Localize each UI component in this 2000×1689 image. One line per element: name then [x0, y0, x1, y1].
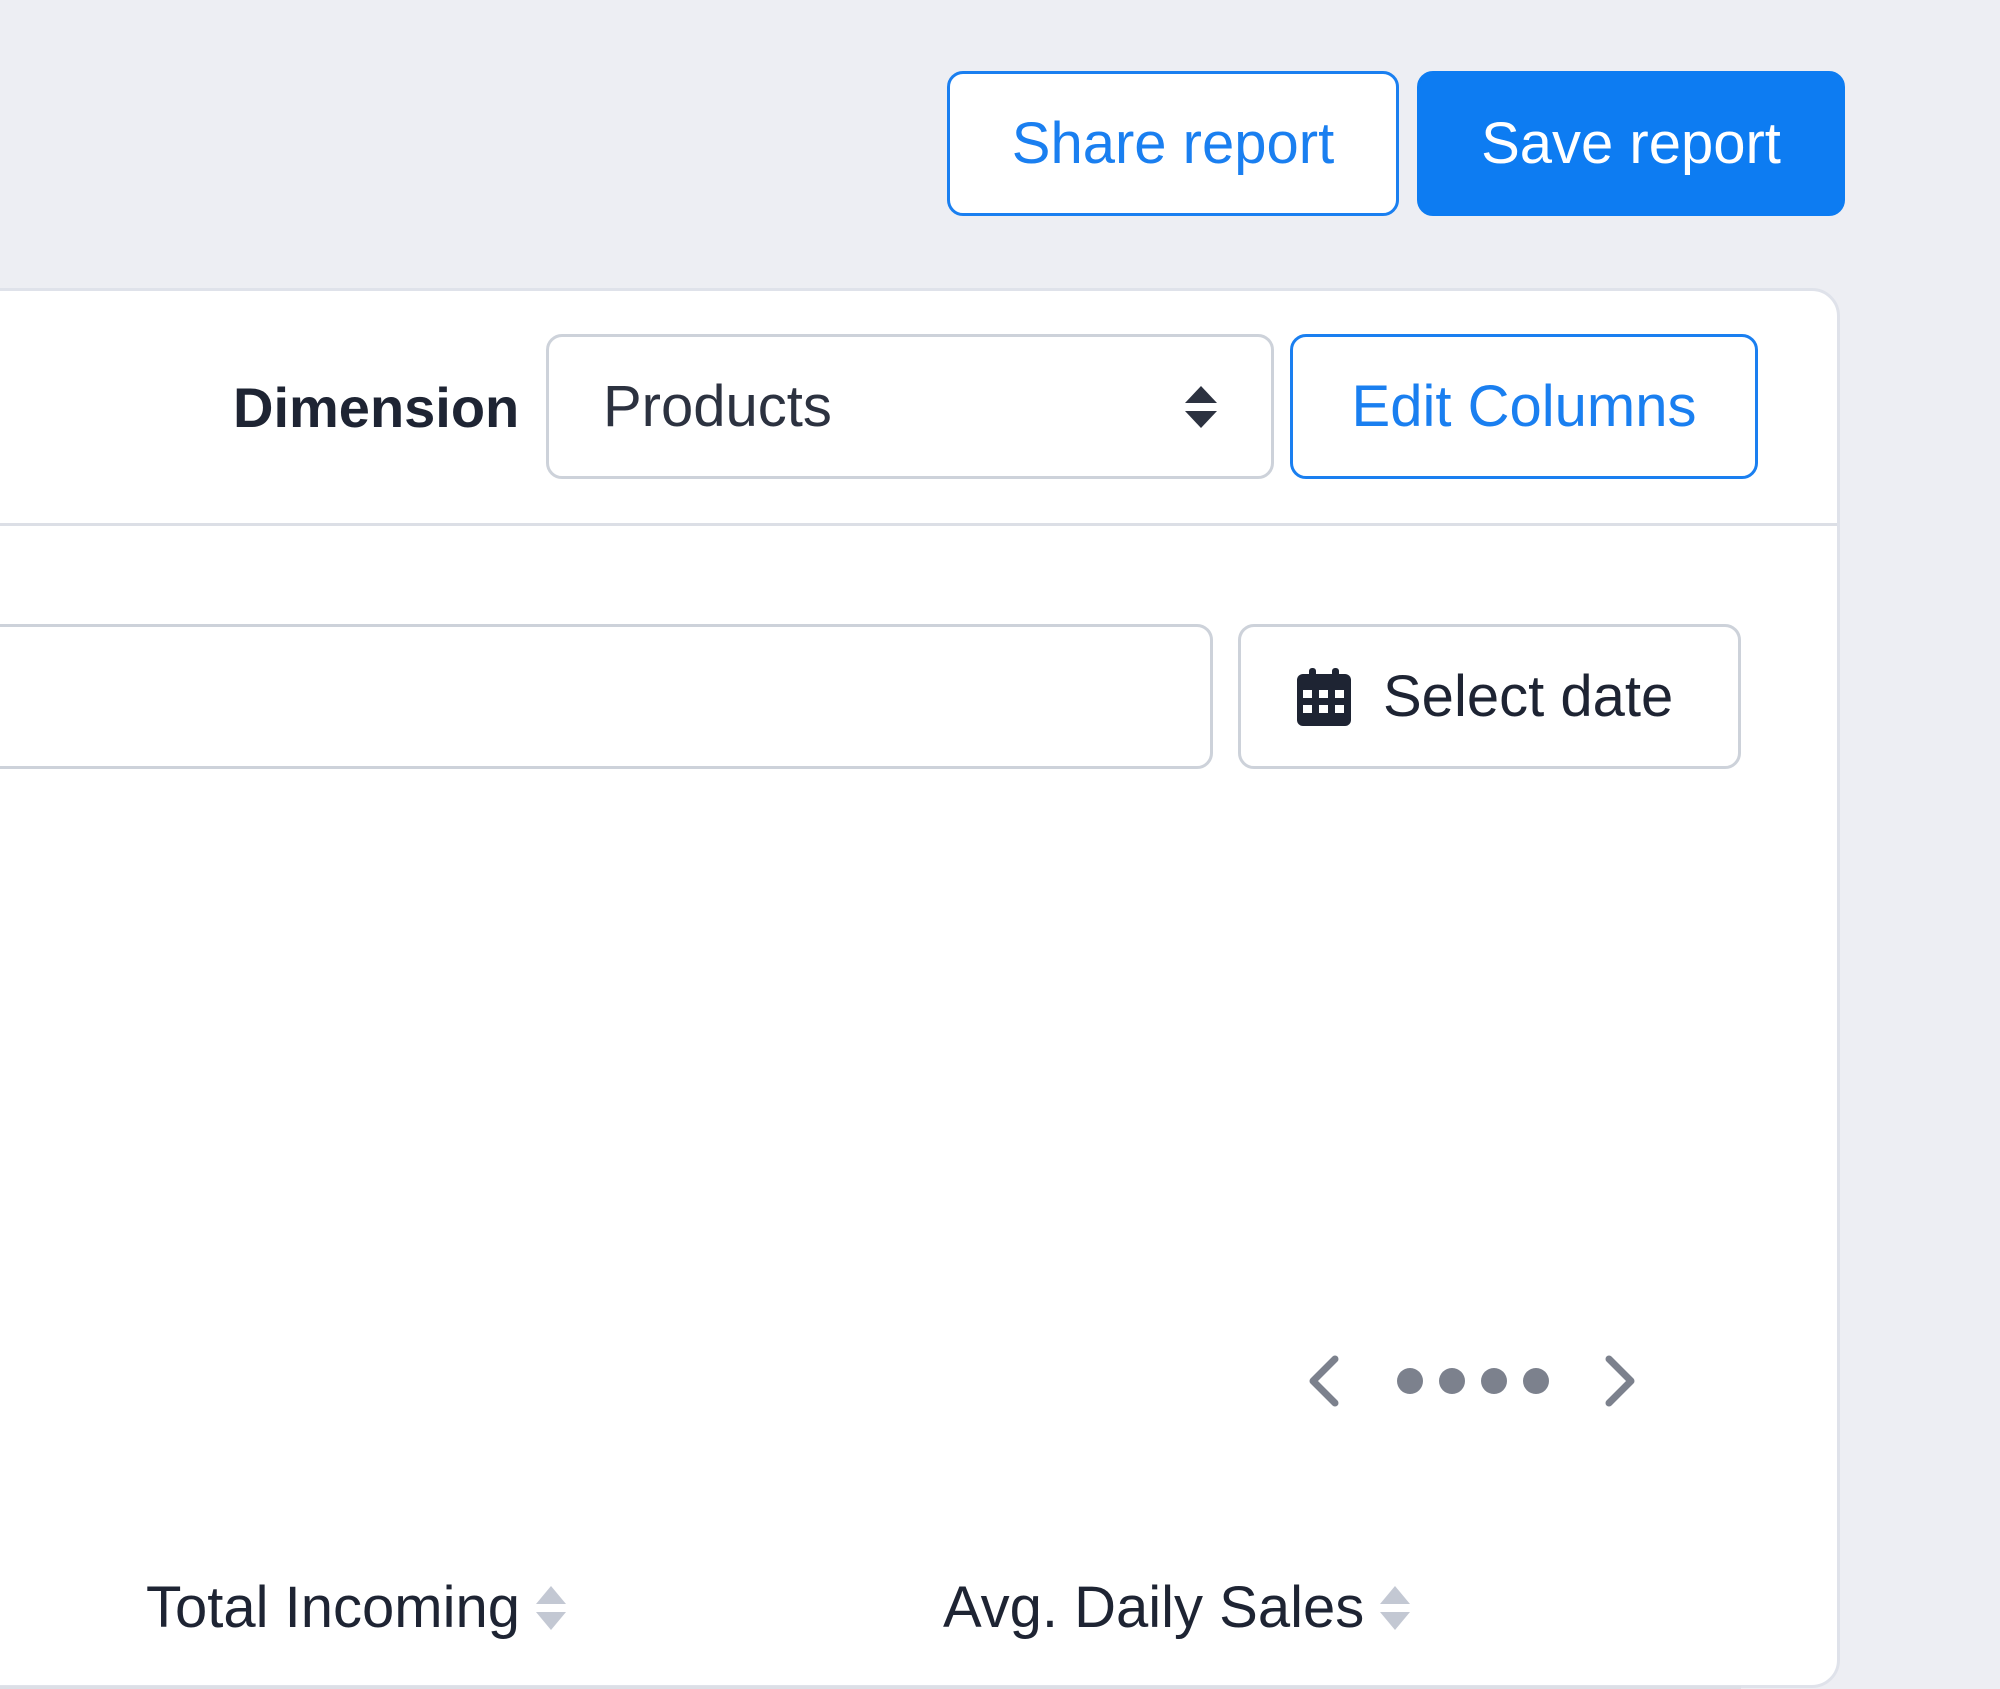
- select-date-button[interactable]: Select date: [1238, 624, 1741, 769]
- dimension-select-value: Products: [603, 374, 832, 439]
- pager-dots: [1397, 1368, 1549, 1394]
- column-header-total-incoming[interactable]: Total Incoming: [146, 1574, 568, 1641]
- column-header-label: Avg. Daily Sales: [943, 1575, 1365, 1640]
- sort-icon: [1380, 1585, 1411, 1630]
- search-input[interactable]: [0, 624, 1213, 769]
- select-date-label: Select date: [1383, 664, 1674, 729]
- pager-dot[interactable]: [1481, 1368, 1507, 1394]
- report-actions: Share report Save report: [947, 71, 1845, 216]
- pager-dot[interactable]: [1439, 1368, 1465, 1394]
- report-card: Dimension Products Edit Columns Select d…: [0, 288, 1840, 1689]
- calendar-icon: [1297, 667, 1351, 726]
- report-toolbar: Dimension Products Edit Columns: [0, 291, 1837, 526]
- column-header-label: Total Incoming: [146, 1575, 520, 1640]
- share-report-button[interactable]: Share report: [947, 71, 1399, 216]
- chevron-right-icon[interactable]: [1601, 1353, 1641, 1409]
- dimension-select[interactable]: Products: [546, 334, 1274, 479]
- edit-columns-button[interactable]: Edit Columns: [1290, 334, 1758, 479]
- pager-dot[interactable]: [1397, 1368, 1423, 1394]
- chevron-left-icon[interactable]: [1303, 1353, 1343, 1409]
- select-caret-icon: [1185, 385, 1217, 428]
- table-header: Total Incoming Avg. Daily Sales: [0, 1556, 1741, 1689]
- column-header-avg-daily-sales[interactable]: Avg. Daily Sales: [943, 1574, 1412, 1641]
- pager-dot[interactable]: [1523, 1368, 1549, 1394]
- save-report-button[interactable]: Save report: [1417, 71, 1845, 216]
- sort-icon: [535, 1585, 566, 1630]
- chart-pager: [1303, 1341, 1641, 1421]
- dimension-label: Dimension: [233, 375, 520, 439]
